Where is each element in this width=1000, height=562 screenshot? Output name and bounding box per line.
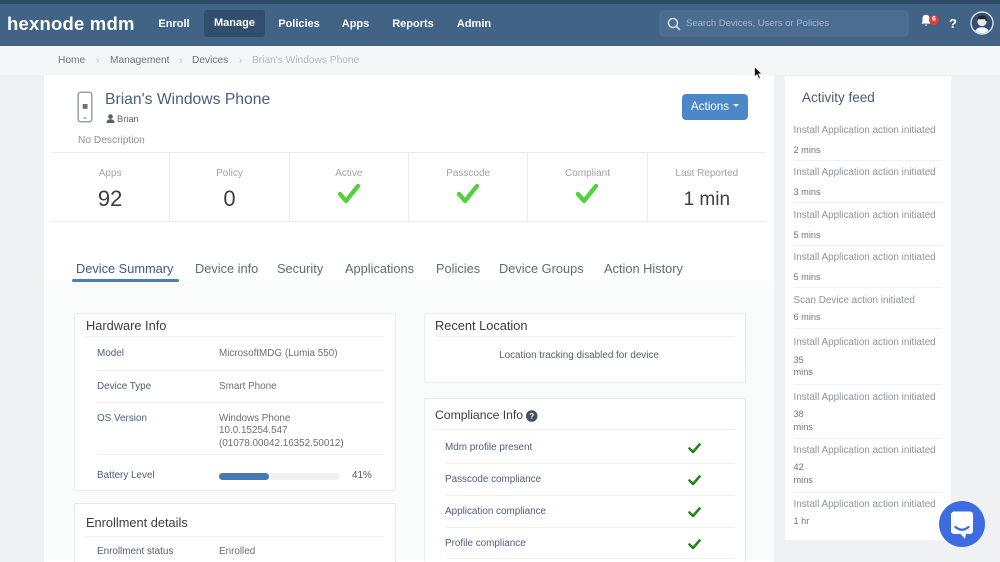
svg-text:?: ? (529, 412, 534, 421)
